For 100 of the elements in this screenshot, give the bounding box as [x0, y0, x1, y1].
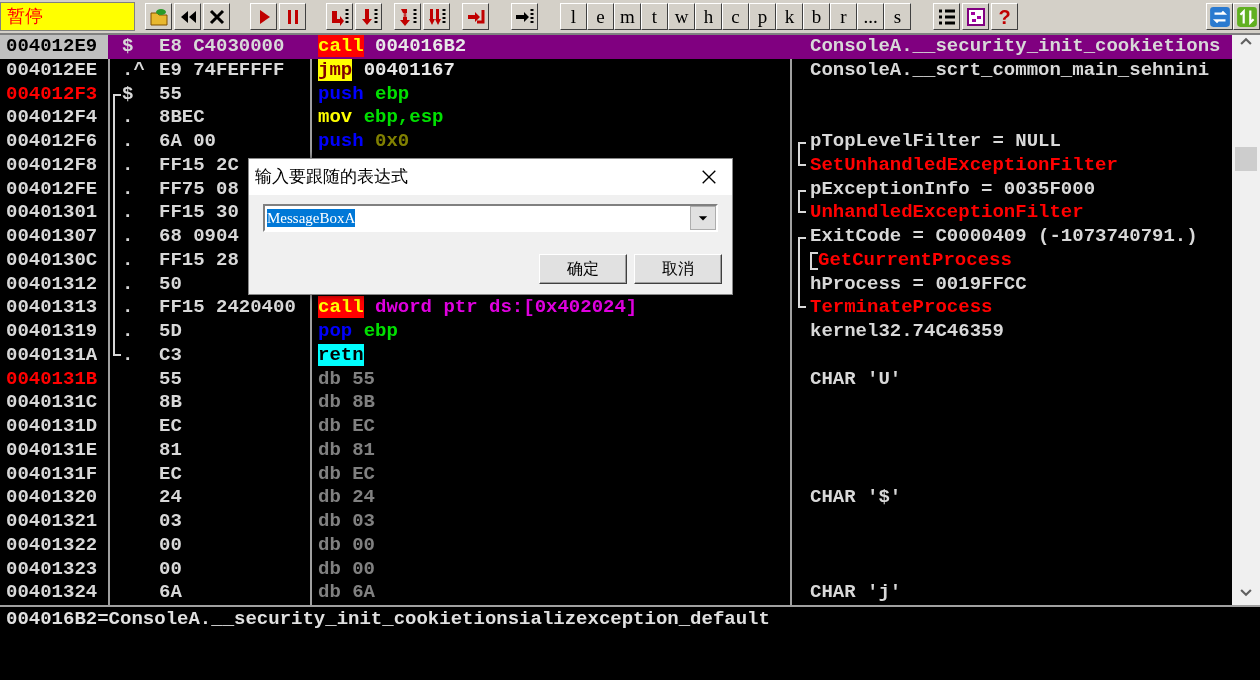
- toolbar-button[interactable]: [423, 3, 450, 30]
- toolbar-button[interactable]: [394, 3, 421, 30]
- instruction-text: jmp 00401167: [318, 58, 455, 83]
- toolbar-button[interactable]: p: [749, 3, 776, 30]
- toolbar-button[interactable]: [203, 3, 230, 30]
- folder-icon: [148, 6, 169, 27]
- comment-text: pExceptionInfo = 0035F000: [810, 177, 1096, 202]
- instruction-text: retn: [318, 343, 364, 368]
- hex-bytes: FF15 2C: [159, 153, 239, 178]
- toolbar-button[interactable]: [250, 3, 277, 30]
- hex-bytes: 03: [159, 510, 182, 534]
- instruction-text: call 004016B2: [318, 35, 467, 59]
- marker-text: .: [122, 320, 135, 344]
- hex-bytes: EC: [159, 462, 182, 487]
- instruction-text: db 55: [318, 367, 376, 392]
- zigzag-arrow-icon: [397, 6, 418, 27]
- comment-text: CHAR '$': [810, 486, 902, 510]
- instruction-text: db EC: [318, 462, 376, 487]
- marker-text: .: [122, 106, 135, 131]
- hex-bytes: 55: [159, 82, 182, 107]
- toolbar-button[interactable]: s: [884, 3, 911, 30]
- help-button[interactable]: ?: [991, 3, 1018, 30]
- hex-bytes: 5D: [159, 320, 182, 344]
- status-label: 暂停: [0, 2, 135, 31]
- toolbar-button[interactable]: c: [722, 3, 749, 30]
- expression-combo[interactable]: MessageBoxA: [263, 204, 718, 232]
- up-down-arrows-icon: [1235, 5, 1258, 28]
- comment-text: GetCurrentProcess: [818, 248, 1012, 273]
- hex-bytes: 50: [159, 272, 182, 297]
- toolbar-button[interactable]: l: [560, 3, 587, 30]
- instruction-text: db EC: [318, 415, 376, 439]
- instruction-text: db 03: [318, 510, 376, 534]
- toolbar-button[interactable]: h: [695, 3, 722, 30]
- comment-text: CHAR 'U': [810, 367, 902, 392]
- marker-text: .: [122, 343, 135, 368]
- toolbar-button[interactable]: [174, 3, 201, 30]
- toolbar-button[interactable]: [1206, 3, 1233, 30]
- instruction-text: mov ebp,esp: [318, 106, 444, 131]
- hex-bytes: FF15 30: [159, 201, 239, 226]
- hex-bytes: 81: [159, 438, 182, 463]
- comment-text: pTopLevelFilter = NULL: [810, 130, 1061, 154]
- selected-row[interactable]: 004012E9 $ E8 C4030000 call 004016B2 ConsoleA.__security_init_cookietions: [0, 35, 1232, 59]
- toolbar-button[interactable]: [462, 3, 489, 30]
- instruction-text: db 81: [318, 438, 376, 463]
- hex-bytes: 8B: [159, 391, 182, 415]
- comment-text: hProcess = 0019FFCC: [810, 272, 1027, 297]
- cancel-button[interactable]: 取消: [634, 254, 722, 284]
- instruction-text: pop ebp: [318, 320, 398, 344]
- hex-bytes: 00: [159, 557, 182, 582]
- comment-text: ExitCode = C0000409 (-1073740791.): [810, 225, 1198, 249]
- marker-text: .: [122, 201, 135, 226]
- toolbar-button[interactable]: w: [668, 3, 695, 30]
- hex-bytes: FF15 28: [159, 248, 239, 273]
- hex-bytes: E9 74FEFFFF: [159, 58, 285, 83]
- toolbar-button[interactable]: [511, 3, 538, 30]
- toolbar-button[interactable]: [145, 3, 172, 30]
- toolbar-button[interactable]: [962, 3, 989, 30]
- ok-button[interactable]: 确定: [539, 254, 627, 284]
- toolbar-button[interactable]: e: [587, 3, 614, 30]
- toolbar-button[interactable]: k: [776, 3, 803, 30]
- marker-text: .: [122, 272, 135, 297]
- toolbar-button[interactable]: m: [614, 3, 641, 30]
- scrollbar-thumb[interactable]: [1235, 147, 1257, 171]
- instruction-text: db 8B: [318, 391, 376, 415]
- instruction-text: db 24: [318, 486, 376, 510]
- scrollbar[interactable]: [1232, 35, 1260, 605]
- toolbar-button[interactable]: b: [803, 3, 830, 30]
- marker-text: .^: [122, 58, 146, 83]
- marker-text: .: [122, 248, 135, 273]
- marker-text: .: [122, 130, 135, 154]
- toolbar-button[interactable]: r: [830, 3, 857, 30]
- hex-bytes: 24: [159, 486, 182, 510]
- hex-bytes: 8BEC: [159, 106, 205, 131]
- toolbar-button[interactable]: [326, 3, 353, 30]
- instruction-text: push 0x0: [318, 130, 410, 154]
- toolbar-button[interactable]: [933, 3, 960, 30]
- comment-text: kernel32.74C46359: [810, 320, 1004, 344]
- instruction-text: db 00: [318, 533, 376, 558]
- hex-bytes: C3: [159, 343, 182, 368]
- comment-text: ConsoleA.__security_init_cookietions: [810, 35, 1221, 59]
- hex-bytes: E8 C4030000: [159, 35, 285, 59]
- comment-text: SetUnhandledExceptionFilter: [810, 153, 1118, 178]
- toolbar-button[interactable]: [1233, 3, 1260, 30]
- hex-bytes: 6A: [159, 581, 182, 605]
- marker-text: .: [122, 225, 135, 249]
- window-grid-icon: [965, 6, 986, 27]
- toolbar-button[interactable]: ...: [857, 3, 884, 30]
- instruction-text: push ebp: [318, 82, 410, 107]
- marker-text: .: [122, 296, 135, 321]
- toolbar-button[interactable]: [279, 3, 306, 30]
- hex-bytes: FF75 08: [159, 177, 239, 202]
- toolbar-button[interactable]: [355, 3, 382, 30]
- comment-text: CHAR 'j': [810, 581, 902, 605]
- double-down-arrow-icon: [426, 6, 447, 27]
- comment-text: UnhandledExceptionFilter: [810, 201, 1084, 226]
- hex-bytes: EC: [159, 415, 182, 439]
- toolbar-button[interactable]: t: [641, 3, 668, 30]
- hex-bytes: 55: [159, 367, 182, 392]
- instruction-text: db 00: [318, 557, 376, 582]
- close-icon: [700, 168, 718, 186]
